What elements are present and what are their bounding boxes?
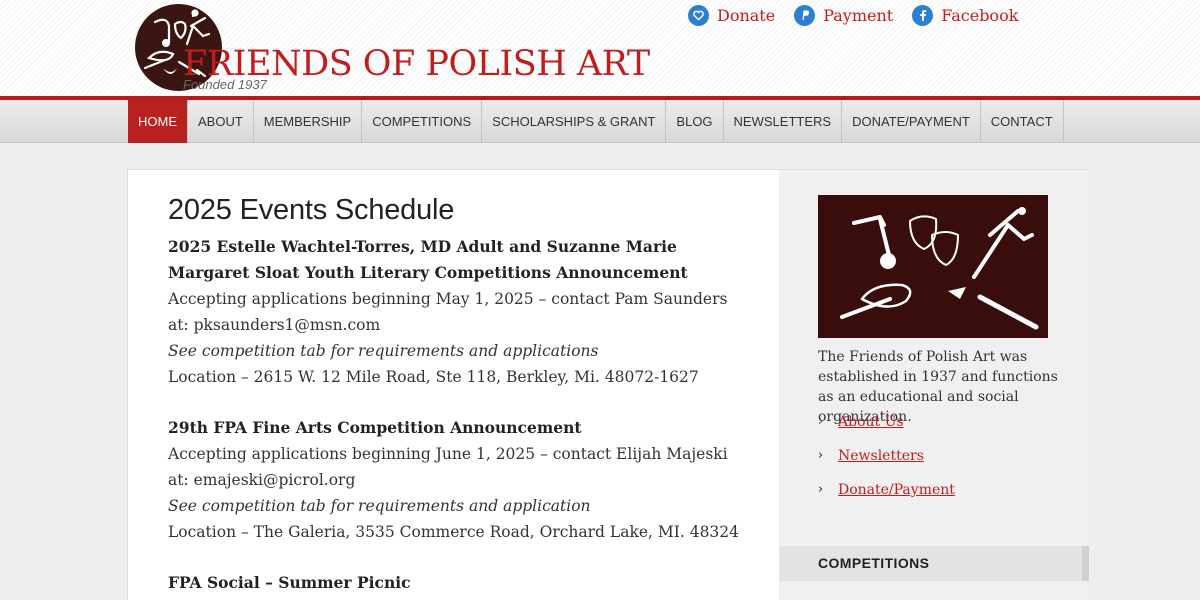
sidebar-link-item: › About Us [818, 413, 955, 447]
sidebar-link-item: › Donate/Payment [818, 481, 955, 515]
main-nav: HOME ABOUT MEMBERSHIP COMPETITIONS SCHOL… [0, 100, 1200, 143]
sidebar-link-about-us[interactable]: About Us [838, 413, 904, 431]
donate-link[interactable]: Donate [688, 4, 775, 26]
page-title: 2025 Events Schedule [168, 194, 455, 226]
event-title: FPA Social – Summer Picnic [168, 573, 411, 592]
sidebar-link-donate-payment[interactable]: Donate/Payment [838, 481, 955, 499]
event-note: See competition tab for requirements and… [168, 497, 591, 515]
site-subtitle: Founded 1937 [183, 77, 267, 92]
nav-item-blog[interactable]: BLOG [666, 100, 724, 143]
nav-item-newsletters[interactable]: NEWSLETTERS [724, 100, 843, 143]
nav-item-membership[interactable]: MEMBERSHIP [254, 100, 363, 143]
event-details: Accepting applications beginning May 1, … [168, 290, 728, 334]
paypal-icon [794, 4, 816, 26]
sidebar-link-newsletters[interactable]: Newsletters [838, 447, 924, 465]
competitions-heading: COMPETITIONS [779, 546, 1089, 581]
competitions-heading-label: COMPETITIONS [818, 555, 930, 571]
event-title: 2025 Estelle Wachtel-Torres, MD Adult an… [168, 237, 688, 282]
chevron-right-icon: › [818, 448, 824, 463]
site-header: FRIENDS OF POLISH ART Founded 1937 Donat… [0, 0, 1200, 96]
facebook-link[interactable]: Facebook [912, 4, 1018, 26]
nav-item-donate-payment[interactable]: DONATE/PAYMENT [842, 100, 981, 143]
chevron-right-icon: › [818, 482, 824, 497]
top-links: Donate Payment Facebook [688, 4, 1037, 26]
event-title: 29th FPA Fine Arts Competition Announcem… [168, 418, 582, 437]
event-item: 2025 Estelle Wachtel-Torres, MD Adult an… [168, 234, 748, 390]
nav-item-about[interactable]: ABOUT [188, 100, 254, 143]
heart-icon [688, 4, 709, 26]
event-item: 29th FPA Fine Arts Competition Announcem… [168, 415, 748, 545]
nav-item-scholarships[interactable]: SCHOLARSHIPS & GRANT [482, 100, 667, 143]
event-item: FPA Social – Summer Picnic [168, 570, 748, 596]
content-container: 2025 Events Schedule 2025 Estelle Wachte… [127, 169, 1089, 600]
nav-item-contact[interactable]: CONTACT [981, 100, 1064, 143]
nav-item-home[interactable]: HOME [128, 100, 188, 143]
sidebar-link-item: › Newsletters [818, 447, 955, 481]
main-content: 2025 Events Schedule 2025 Estelle Wachte… [168, 192, 748, 600]
event-location: Location – 2615 W. 12 Mile Road, Ste 118… [168, 368, 699, 386]
payment-label: Payment [823, 5, 894, 25]
payment-link[interactable]: Payment [794, 4, 893, 26]
event-note: See competition tab for requirements and… [168, 342, 599, 360]
sidebar: The Friends of Polish Art was establishe… [779, 170, 1089, 600]
event-details: Accepting applications beginning June 1,… [168, 445, 728, 489]
donate-label: Donate [717, 5, 776, 25]
arts-emblem-image [818, 195, 1048, 338]
facebook-icon [912, 4, 934, 26]
chevron-right-icon: › [818, 414, 824, 429]
sidebar-links: › About Us › Newsletters › Donate/Paymen… [818, 413, 955, 515]
facebook-label: Facebook [941, 5, 1019, 25]
nav-item-competitions[interactable]: COMPETITIONS [362, 100, 483, 143]
event-location: Location – The Galeria, 3535 Commerce Ro… [168, 523, 740, 541]
